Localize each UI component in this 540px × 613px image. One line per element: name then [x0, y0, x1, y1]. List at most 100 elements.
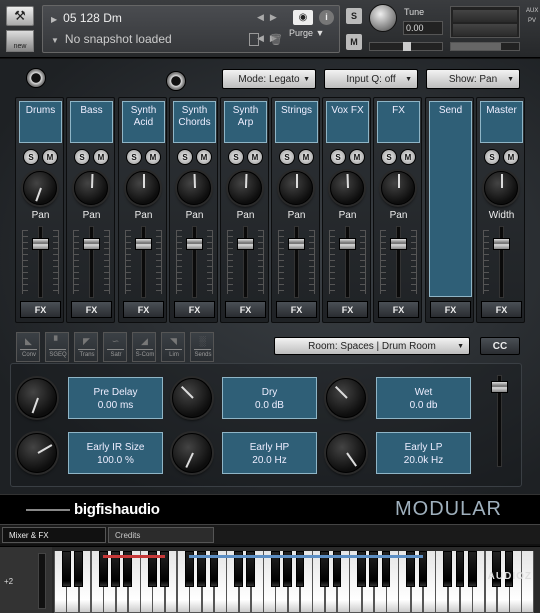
channel-pan-knob[interactable] [126, 171, 160, 205]
channel-mute-button[interactable]: M [247, 149, 263, 165]
black-key[interactable] [74, 551, 83, 587]
early-hp-knob[interactable] [172, 433, 212, 473]
aux-label[interactable]: AUX PV [526, 6, 538, 26]
channel-fader-track[interactable] [89, 226, 94, 298]
channel-fader-track[interactable] [38, 226, 43, 298]
tab-credits[interactable]: Credits [108, 527, 214, 543]
channel-pan-knob[interactable] [177, 171, 211, 205]
fx-slot[interactable]: ◣ Conv [16, 332, 40, 362]
master-fader-track[interactable] [499, 226, 504, 298]
early-hp-display[interactable]: Early HP 20.0 Hz [222, 432, 317, 474]
fx-slot[interactable]: ▘ SGEQ [45, 332, 69, 362]
pre-delay-knob[interactable] [17, 378, 57, 418]
early-lp-knob[interactable] [326, 433, 366, 473]
channel-fx-button[interactable]: FX [276, 301, 317, 318]
master-name[interactable]: Master [480, 101, 523, 143]
tune-value[interactable]: 0.00 [403, 21, 443, 35]
pan-slider-handle[interactable] [403, 42, 411, 51]
snapshot-dropdown-icon[interactable]: ▼ [51, 36, 59, 45]
channel-fader-handle[interactable] [390, 238, 407, 250]
channel-mute-button[interactable]: M [298, 149, 314, 165]
channel-mute-button[interactable]: M [349, 149, 365, 165]
channel-pan-knob[interactable] [279, 171, 313, 205]
fx-slot[interactable]: ░ Sends [190, 332, 214, 362]
white-key[interactable] [521, 551, 535, 613]
master-mute-button[interactable]: M [503, 149, 519, 165]
fx-slot[interactable]: ◥ Lim [161, 332, 185, 362]
channel-solo-button[interactable]: S [330, 149, 346, 165]
wrench-icon[interactable]: ⚒ [6, 6, 34, 26]
early-lp-display[interactable]: Early LP 20.0k Hz [376, 432, 471, 474]
wet-knob[interactable] [326, 378, 366, 418]
channel-name[interactable]: Synth Arp [224, 101, 267, 143]
channel-name[interactable]: Vox FX [326, 101, 369, 143]
dry-display[interactable]: Dry 0.0 dB [222, 377, 317, 419]
black-key[interactable] [443, 551, 452, 587]
channel-mute-button[interactable]: M [42, 149, 58, 165]
channel-solo-button[interactable]: S [381, 149, 397, 165]
channel-fader-handle[interactable] [135, 238, 152, 250]
black-key[interactable] [61, 551, 71, 587]
channel-fx-button[interactable]: FX [174, 301, 215, 318]
master-fx-button[interactable]: FX [481, 301, 522, 318]
channel-mute-button[interactable]: M [93, 149, 109, 165]
pitch-bend-wheel[interactable] [38, 553, 46, 609]
channel-fader-track[interactable] [141, 226, 146, 298]
channel-fader-track[interactable] [345, 226, 350, 298]
channel-fader-handle[interactable] [339, 238, 356, 250]
expand-icon[interactable]: ▶ [51, 15, 57, 24]
channel-name[interactable]: FX [377, 101, 420, 143]
channel-mute-button[interactable]: M [196, 149, 212, 165]
instrument-volume-slider[interactable] [450, 42, 520, 51]
send-label[interactable]: Send [429, 101, 472, 297]
channel-pan-knob[interactable] [23, 171, 57, 205]
channel-fader-handle[interactable] [237, 238, 254, 250]
master-width-knob[interactable] [484, 171, 518, 205]
channel-fx-button[interactable]: FX [20, 301, 61, 318]
channel-solo-button[interactable]: S [279, 149, 295, 165]
early-ir-size-knob[interactable] [17, 433, 57, 473]
new-button[interactable]: new [6, 30, 34, 52]
tune-knob[interactable] [369, 4, 397, 32]
instrument-nav-arrows[interactable]: ◀▶ [257, 12, 283, 23]
snapshot-name[interactable]: No snapshot loaded [65, 32, 172, 46]
pre-delay-display[interactable]: Pre Delay 0.00 ms [68, 377, 163, 419]
channel-pan-knob[interactable] [74, 171, 108, 205]
channel-fx-button[interactable]: FX [123, 301, 164, 318]
cc-button[interactable]: CC [480, 337, 520, 355]
info-icon[interactable]: i [319, 10, 334, 25]
channel-solo-button[interactable]: S [177, 149, 193, 165]
channel-pan-knob[interactable] [330, 171, 364, 205]
mode-dropdown[interactable]: Mode: Legato ▼ [222, 69, 316, 89]
wet-display[interactable]: Wet 0.0 db [376, 377, 471, 419]
fx-slot[interactable]: ◤ Trans [74, 332, 98, 362]
show-dropdown[interactable]: Show: Pan ▼ [426, 69, 520, 89]
channel-fader-handle[interactable] [186, 238, 203, 250]
channel-mute-button[interactable]: M [400, 149, 416, 165]
dry-knob[interactable] [172, 378, 212, 418]
channel-name[interactable]: Strings [275, 101, 318, 143]
channel-solo-button[interactable]: S [23, 149, 39, 165]
instrument-solo-button[interactable]: S [346, 8, 362, 24]
channel-fader-handle[interactable] [83, 238, 100, 250]
channel-name[interactable]: Synth Chords [173, 101, 216, 143]
tab-mixer-fx[interactable]: Mixer & FX [2, 527, 106, 543]
channel-solo-button[interactable]: S [228, 149, 244, 165]
instrument-pan-slider[interactable] [369, 42, 443, 51]
channel-name[interactable]: Drums [19, 101, 62, 143]
trash-icon[interactable]: 🗑 [269, 33, 283, 46]
channel-fx-button[interactable]: FX [327, 301, 368, 318]
channel-fx-button[interactable]: FX [71, 301, 112, 318]
fx-slot[interactable]: ◢ S-Com [132, 332, 156, 362]
instrument-name[interactable]: 05 128 Dm [63, 11, 122, 25]
room-dropdown[interactable]: Room: Spaces | Drum Room ▼ [274, 337, 470, 355]
early-ir-size-display[interactable]: Early IR Size 100.0 % [68, 432, 163, 474]
channel-fx-button[interactable]: FX [378, 301, 419, 318]
input-quantize-dropdown[interactable]: Input Q: off ▼ [324, 69, 418, 89]
master-fader-handle[interactable] [493, 238, 510, 250]
channel-mute-button[interactable]: M [145, 149, 161, 165]
camera-icon[interactable]: ◉ [293, 10, 313, 25]
black-key[interactable] [467, 551, 477, 587]
fx-slot[interactable]: ∽ Satr [103, 332, 127, 362]
channel-solo-button[interactable]: S [74, 149, 90, 165]
